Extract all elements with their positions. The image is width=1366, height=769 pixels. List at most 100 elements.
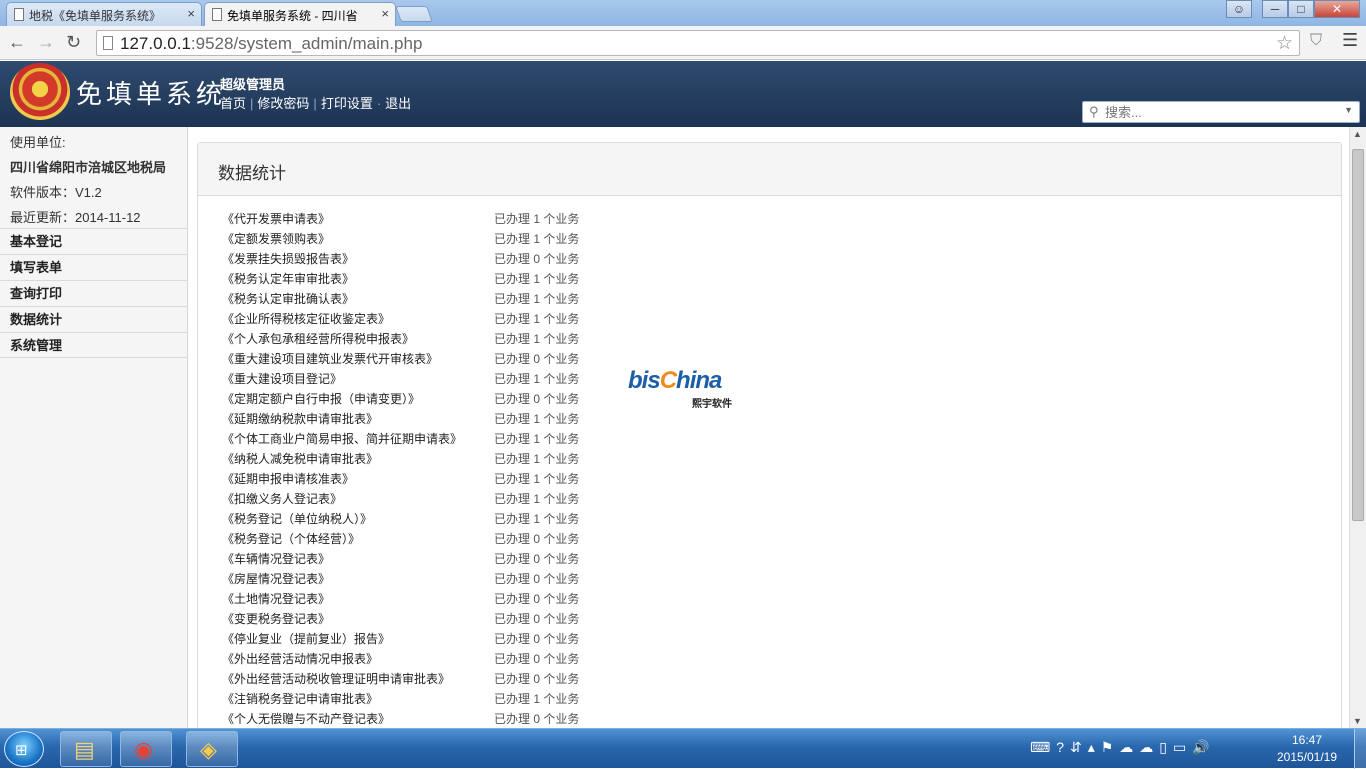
browser-toolbar: ← → ↻ 127.0.0.1:9528/system_admin/main.p… — [0, 26, 1366, 60]
forward-arrow-icon[interactable]: → — [37, 32, 55, 53]
nav-print-settings-link[interactable]: 打印设置 — [321, 96, 373, 111]
stat-form-name: 《注销税务登记申请审批表》 — [222, 692, 379, 706]
stat-count: 已办理 1 个业务 — [494, 332, 580, 346]
bischina-logo: bisChina 熙宇软件 — [628, 367, 732, 410]
stat-count: 已办理 0 个业务 — [494, 712, 580, 726]
stat-count: 已办理 1 个业务 — [494, 492, 580, 506]
chrome-icon: ◉ — [134, 737, 154, 762]
stat-count: 已办理 1 个业务 — [494, 312, 580, 326]
browser-tab-2[interactable]: 免填单服务系统 - 四川省 × — [204, 2, 396, 26]
maximize-button[interactable]: □ — [1288, 0, 1314, 18]
sidebar-item-basic-registration[interactable]: 基本登记 — [0, 228, 187, 254]
scrollbar-thumb[interactable] — [1352, 149, 1364, 521]
stat-form-name: 《停业复业（提前复业）报告》 — [222, 632, 391, 646]
clock-date: 2015/01/19 — [1276, 750, 1338, 764]
show-desktop-button[interactable] — [1354, 729, 1366, 769]
bookmark-star-icon[interactable]: ☆ — [1276, 32, 1293, 55]
stat-row: 《税务登记（单位纳税人）》 已办理 1 个业务 — [222, 507, 602, 527]
app-header: 免填单系统 超级管理员 首页|修改密码|打印设置·退出 ⚲ ▼ — [0, 61, 1366, 127]
folder-icon: ▤ — [74, 737, 95, 762]
stat-form-name: 《土地情况登记表》 — [222, 592, 331, 606]
close-window-button[interactable]: ✕ — [1314, 0, 1360, 18]
stat-form-name: 《重大建设项目建筑业发票代开审核表》 — [222, 352, 439, 366]
tax-emblem-logo — [10, 63, 70, 121]
stat-form-name: 《房屋情况登记表》 — [222, 572, 331, 586]
minimize-button[interactable]: ─ — [1262, 0, 1288, 18]
nav-change-password-link[interactable]: 修改密码 — [257, 96, 309, 111]
url-text[interactable]: 127.0.0.1:9528/system_admin/main.php — [120, 34, 422, 54]
software-version: 软件版本：V1.2 — [10, 185, 102, 200]
browser-tab-1[interactable]: 地税《免填单服务系统》 × — [6, 2, 202, 26]
stat-count: 已办理 1 个业务 — [494, 412, 580, 426]
nav-home-link[interactable]: 首页 — [220, 96, 246, 111]
stat-row: 《个体工商业户简易申报、简并征期申请表》 已办理 1 个业务 — [222, 427, 602, 447]
clock-time: 16:47 — [1291, 733, 1323, 747]
browser-tab-label: 免填单服务系统 - 四川省 — [227, 9, 358, 23]
back-arrow-icon[interactable]: ← — [8, 32, 26, 53]
sidebar-menu: 基本登记 填写表单 查询打印 数据统计 系统管理 — [0, 228, 187, 358]
address-bar[interactable]: 127.0.0.1:9528/system_admin/main.php ☆ — [96, 30, 1300, 56]
stat-count: 已办理 0 个业务 — [494, 552, 580, 566]
stat-row: 《外出经营活动情况申报表》 已办理 0 个业务 — [222, 647, 602, 667]
stat-form-name: 《纳税人减免税申请审批表》 — [222, 452, 379, 466]
stat-row: 《注销税务登记申请审批表》 已办理 1 个业务 — [222, 687, 602, 707]
stat-count: 已办理 0 个业务 — [494, 672, 580, 686]
stat-form-name: 《定期定额户自行申报（申请变更）》 — [222, 392, 421, 406]
sidebar-item-statistics[interactable]: 数据统计 — [0, 306, 187, 332]
stat-row: 《延期缴纳税款申请审批表》 已办理 1 个业务 — [222, 407, 602, 427]
sidebar-item-system-admin[interactable]: 系统管理 — [0, 332, 187, 358]
stat-count: 已办理 0 个业务 — [494, 572, 580, 586]
new-tab-button[interactable] — [395, 6, 433, 22]
stat-count: 已办理 1 个业务 — [494, 272, 580, 286]
tab-close-icon[interactable]: × — [381, 6, 389, 21]
panel-header: 数据统计 — [198, 143, 1341, 196]
sidebar-item-query-print[interactable]: 查询打印 — [0, 280, 187, 306]
start-button[interactable]: ⊞ — [4, 731, 44, 767]
panel-title: 数据统计 — [218, 164, 286, 183]
stat-row: 《停业复业（提前复业）报告》 已办理 0 个业务 — [222, 627, 602, 647]
page-icon — [103, 36, 113, 50]
stat-row: 《外出经营活动税收管理证明申请审批表》 已办理 0 个业务 — [222, 667, 602, 687]
search-input[interactable] — [1103, 104, 1333, 120]
stat-row: 《变更税务登记表》 已办理 0 个业务 — [222, 607, 602, 627]
stat-form-name: 《个人无偿赠与不动产登记表》 — [222, 712, 391, 726]
taskbar-explorer-button[interactable]: ▤ — [60, 731, 112, 767]
sidebar-item-fill-form[interactable]: 填写表单 — [0, 254, 187, 280]
app-title: 免填单系统 — [76, 80, 227, 110]
stat-row: 《企业所得税核定征收鉴定表》 已办理 1 个业务 — [222, 307, 602, 327]
stat-count: 已办理 0 个业务 — [494, 592, 580, 606]
chevron-down-icon[interactable]: ▼ — [1344, 105, 1353, 115]
tab-close-icon[interactable]: × — [187, 6, 195, 21]
media-player-icon: ◈ — [200, 737, 217, 762]
search-box[interactable]: ⚲ ▼ — [1082, 101, 1360, 123]
stat-count: 已办理 1 个业务 — [494, 692, 580, 706]
stat-count: 已办理 1 个业务 — [494, 472, 580, 486]
scroll-up-arrow-icon[interactable]: ▲ — [1353, 129, 1362, 139]
system-clock[interactable]: 16:47 2015/01/19 — [1270, 732, 1344, 766]
page-scrollbar[interactable]: ▲ ▼ — [1349, 127, 1366, 728]
stat-row: 《税务认定年审审批表》 已办理 1 个业务 — [222, 267, 602, 287]
stat-row: 《重大建设项目建筑业发票代开审核表》 已办理 0 个业务 — [222, 347, 602, 367]
taskbar-chrome-button[interactable]: ◉ — [120, 731, 172, 767]
stat-form-name: 《重大建设项目登记》 — [222, 372, 343, 386]
stat-form-name: 《外出经营活动税收管理证明申请审批表》 — [222, 672, 451, 686]
nav-logout-link[interactable]: 退出 — [385, 96, 411, 111]
stat-row: 《扣缴义务人登记表》 已办理 1 个业务 — [222, 487, 602, 507]
system-tray[interactable]: ⌨?⇵▴⚑☁☁▯▭🔊 — [1030, 739, 1216, 756]
stat-form-name: 《代开发票申请表》 — [222, 212, 331, 226]
extension-shield-icon[interactable]: ⛉ — [1310, 32, 1322, 50]
scroll-down-arrow-icon[interactable]: ▼ — [1353, 716, 1362, 726]
stat-count: 已办理 0 个业务 — [494, 612, 580, 626]
stat-row: 《延期申报申请核准表》 已办理 1 个业务 — [222, 467, 602, 487]
admin-name: 超级管理员 — [220, 77, 286, 92]
reload-icon[interactable]: ↻ — [66, 32, 81, 53]
stat-row: 《重大建设项目登记》 已办理 1 个业务 — [222, 367, 602, 387]
taskbar-media-button[interactable]: ◈ — [186, 731, 238, 767]
user-icon[interactable]: ☺ — [1226, 0, 1252, 18]
stat-count: 已办理 0 个业务 — [494, 652, 580, 666]
stat-row: 《代开发票申请表》 已办理 1 个业务 — [222, 207, 602, 227]
window-controls: ☺ ─ □ ✕ — [1226, 0, 1360, 18]
browser-menu-icon[interactable]: ☰ — [1342, 30, 1358, 51]
stat-form-name: 《税务登记（个体经营）》 — [222, 532, 361, 546]
stat-row: 《定额发票领购表》 已办理 1 个业务 — [222, 227, 602, 247]
